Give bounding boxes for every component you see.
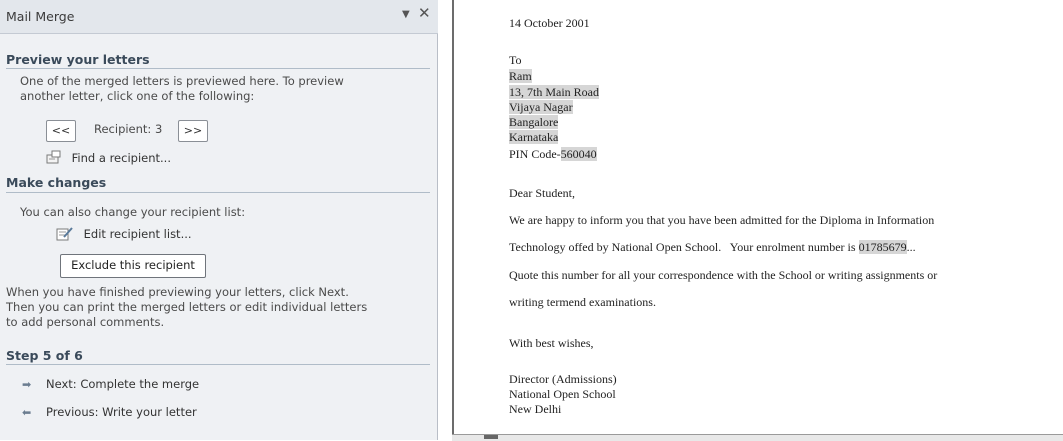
- exclude-recipient-button[interactable]: Exclude this recipient: [60, 254, 206, 278]
- letter-address-line: 13, 7th Main Road: [509, 85, 599, 100]
- pane-close-icon[interactable]: ✕: [418, 6, 431, 21]
- find-recipient-link[interactable]: Find a recipient...: [46, 150, 171, 165]
- letter-document[interactable]: 14 October 2001 To Ram 13, 7th Main Road…: [464, 0, 1059, 440]
- preview-description-line2: another letter, click one of the followi…: [20, 89, 255, 103]
- make-changes-heading: Make changes: [6, 175, 107, 190]
- section-divider: [6, 364, 430, 365]
- merge-field-city[interactable]: Bangalore: [509, 115, 559, 129]
- merge-field-pin[interactable]: 560040: [560, 147, 597, 161]
- letter-date: 14 October 2001: [509, 16, 590, 30]
- changes-description: You can also change your recipient list:: [20, 205, 246, 219]
- letter-body-line2: Technology offed by National Open School…: [509, 240, 916, 255]
- pin-label: PIN Code-: [509, 147, 561, 161]
- merge-field-state[interactable]: Karnataka: [509, 130, 559, 144]
- letter-closing: With best wishes,: [509, 336, 594, 350]
- finish-description-line1: When you have finished previewing your l…: [6, 285, 349, 299]
- section-divider: [6, 68, 430, 69]
- letter-body-line4: writing termend examinations.: [509, 295, 656, 309]
- letter-address-line: Vijaya Nagar: [509, 100, 573, 115]
- pane-header: Mail Merge ▼ ✕: [0, 0, 438, 34]
- letter-signature-line1: Director (Admissions): [509, 372, 617, 386]
- recipient-counter: Recipient: 3: [94, 122, 163, 136]
- previous-recipient-button[interactable]: <<: [46, 120, 76, 142]
- pane-title: Mail Merge: [6, 9, 75, 24]
- preview-heading: Preview your letters: [6, 52, 150, 67]
- edit-recipient-list-label: Edit recipient list...: [83, 227, 192, 241]
- letter-body-line1: We are happy to inform you that you have…: [509, 213, 935, 227]
- letter-pin-line: PIN Code-560040: [509, 147, 597, 162]
- find-recipient-label: Find a recipient...: [71, 151, 171, 165]
- body-text: Technology offed by National Open School…: [509, 240, 859, 254]
- letter-signature-line3: New Delhi: [509, 402, 562, 416]
- letter-address-line: Bangalore: [509, 115, 559, 130]
- edit-list-icon: [56, 227, 84, 241]
- edit-recipient-list-link[interactable]: Edit recipient list...: [56, 226, 192, 241]
- letter-salutation: Dear Student,: [509, 186, 575, 200]
- letter-signature-line2: National Open School: [509, 387, 616, 401]
- finish-description-line3: to add personal comments.: [6, 315, 165, 329]
- pane-options-dropdown-icon[interactable]: ▼: [402, 9, 410, 20]
- find-recipient-icon: [46, 150, 72, 165]
- section-divider: [6, 192, 430, 193]
- finish-description-line2: Then you can print the merged letters or…: [6, 300, 368, 314]
- letter-address-block: Ram: [509, 69, 532, 84]
- letter-address-line: Karnataka: [509, 130, 559, 145]
- step-heading: Step 5 of 6: [6, 348, 83, 363]
- merge-field-name[interactable]: Ram: [509, 69, 532, 83]
- letter-body-line3: Quote this number for all your correspon…: [509, 268, 938, 282]
- arrow-left-icon: ⬅: [22, 406, 32, 419]
- next-recipient-button[interactable]: >>: [178, 120, 208, 142]
- view-indicator-icon: [484, 435, 498, 439]
- letter-to: To: [509, 53, 522, 67]
- next-step-label: Next: Complete the merge: [46, 377, 200, 391]
- merge-field-address2[interactable]: Vijaya Nagar: [509, 100, 573, 114]
- previous-step-link[interactable]: ⬅ Previous: Write your letter: [22, 405, 197, 419]
- next-step-link[interactable]: ➡ Next: Complete the merge: [22, 377, 199, 391]
- mail-merge-task-pane: Mail Merge ▼ ✕ Preview your letters One …: [0, 0, 438, 440]
- body-text: ...: [906, 240, 916, 254]
- merge-field-address1[interactable]: 13, 7th Main Road: [509, 85, 599, 99]
- arrow-right-icon: ➡: [22, 378, 32, 391]
- previous-step-label: Previous: Write your letter: [46, 405, 197, 419]
- preview-description-line1: One of the merged letters is previewed h…: [20, 74, 344, 88]
- merge-field-enrolment[interactable]: 01785679: [858, 240, 907, 254]
